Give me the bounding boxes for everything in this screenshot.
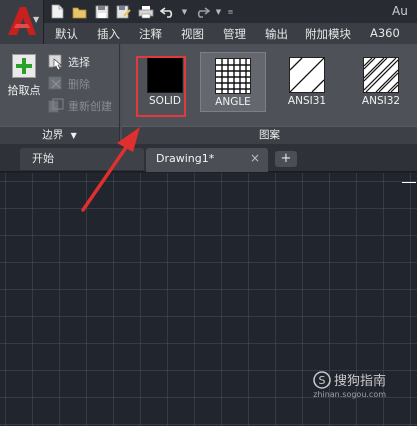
pick-points-button[interactable]: 拾取点: [4, 54, 44, 104]
watermark-text: 搜狗指南: [334, 374, 387, 389]
print-icon[interactable]: [136, 3, 155, 21]
tab-drawing1[interactable]: Drawing1* ×: [146, 148, 268, 172]
tab-view[interactable]: 视图: [181, 26, 204, 42]
pattern-panel-footer: 图案: [122, 126, 417, 144]
ansi31-label: ANSI31: [287, 95, 327, 107]
pick-points-label: 拾取点: [7, 84, 41, 97]
ansi31-pattern-icon: [289, 57, 325, 93]
close-icon[interactable]: ×: [250, 148, 260, 169]
tab-start[interactable]: 开始: [20, 148, 144, 170]
customize-qat-icon[interactable]: ≡: [226, 8, 235, 16]
app-menu-caret-icon: ▼: [33, 15, 40, 24]
angle-label: ANGLE: [215, 96, 251, 108]
file-tab-bar: 开始 Drawing1* × +: [0, 144, 417, 172]
save-as-icon[interactable]: [114, 3, 133, 21]
tab-insert[interactable]: 插入: [97, 26, 120, 42]
tab-a360[interactable]: A360: [370, 26, 400, 40]
boundary-expand-icon: ▼: [70, 131, 77, 140]
remove-icon: [48, 76, 62, 90]
ansi32-pattern-icon: [363, 57, 399, 93]
title-bar: ▼ ▼ ≡ Au: [0, 0, 417, 23]
pattern-swatch-ansi31[interactable]: ANSI31: [274, 52, 340, 112]
plus-icon: +: [280, 151, 292, 166]
tab-annotate[interactable]: 注释: [139, 26, 162, 42]
select-label: 选择: [68, 56, 90, 69]
recreate-label: 重新创建: [68, 100, 112, 113]
select-objects-button[interactable]: 选择: [48, 53, 90, 71]
ribbon-tab-bar: 默认 插入 注释 视图 管理 输出 附加模块 A360: [44, 23, 417, 44]
tab-drawing1-label: Drawing1*: [156, 152, 215, 165]
new-icon[interactable]: [48, 3, 67, 21]
watermark-url: zhinan.sogou.com: [313, 390, 387, 399]
tab-manage[interactable]: 管理: [223, 26, 246, 42]
sogou-logo-icon: S: [313, 370, 331, 389]
pattern-swatch-angle[interactable]: ANGLE: [200, 52, 266, 112]
ansi32-label: ANSI32: [361, 95, 401, 107]
quick-access-toolbar: ▼ ▼ ≡: [48, 2, 235, 21]
recreate-boundary-button[interactable]: 重新创建: [48, 97, 112, 115]
open-icon[interactable]: [70, 3, 89, 21]
svg-text:S: S: [319, 374, 326, 387]
tab-output[interactable]: 输出: [265, 26, 288, 42]
crosshair-cursor: [402, 182, 416, 183]
solid-highlight-box: [136, 56, 186, 117]
ribbon: 拾取点 选择 删除 重新创建 边界 ▼ SOLID ANGLE ANSI31 A…: [0, 44, 417, 144]
tab-start-label: 开始: [32, 152, 54, 165]
remove-label: 删除: [68, 78, 90, 91]
recreate-icon: [48, 98, 64, 113]
boundary-panel: 拾取点 选择 删除 重新创建 边界 ▼: [0, 44, 120, 144]
tab-add-ins[interactable]: 附加模块: [305, 26, 351, 42]
angle-pattern-icon: [215, 58, 251, 94]
pick-points-icon: [12, 54, 36, 78]
boundary-panel-title: 边界: [42, 129, 64, 141]
boundary-panel-footer[interactable]: 边界 ▼: [0, 126, 119, 144]
save-icon[interactable]: [92, 3, 111, 21]
window-title: Au: [392, 4, 408, 18]
redo-icon[interactable]: [192, 3, 211, 21]
select-icon: [48, 54, 62, 70]
application-menu-button[interactable]: ▼: [0, 0, 44, 44]
remove-boundaries-button[interactable]: 删除: [48, 75, 90, 93]
pattern-swatch-ansi32[interactable]: ANSI32: [348, 52, 414, 112]
pattern-panel-title: 图案: [259, 129, 280, 141]
undo-dropdown-icon[interactable]: ▼: [180, 8, 189, 16]
redo-dropdown-icon[interactable]: ▼: [214, 8, 223, 16]
tab-default[interactable]: 默认: [55, 26, 78, 42]
undo-icon[interactable]: [158, 3, 177, 21]
watermark: S 搜狗指南 zhinan.sogou.com: [313, 370, 386, 399]
new-tab-button[interactable]: +: [275, 151, 297, 167]
